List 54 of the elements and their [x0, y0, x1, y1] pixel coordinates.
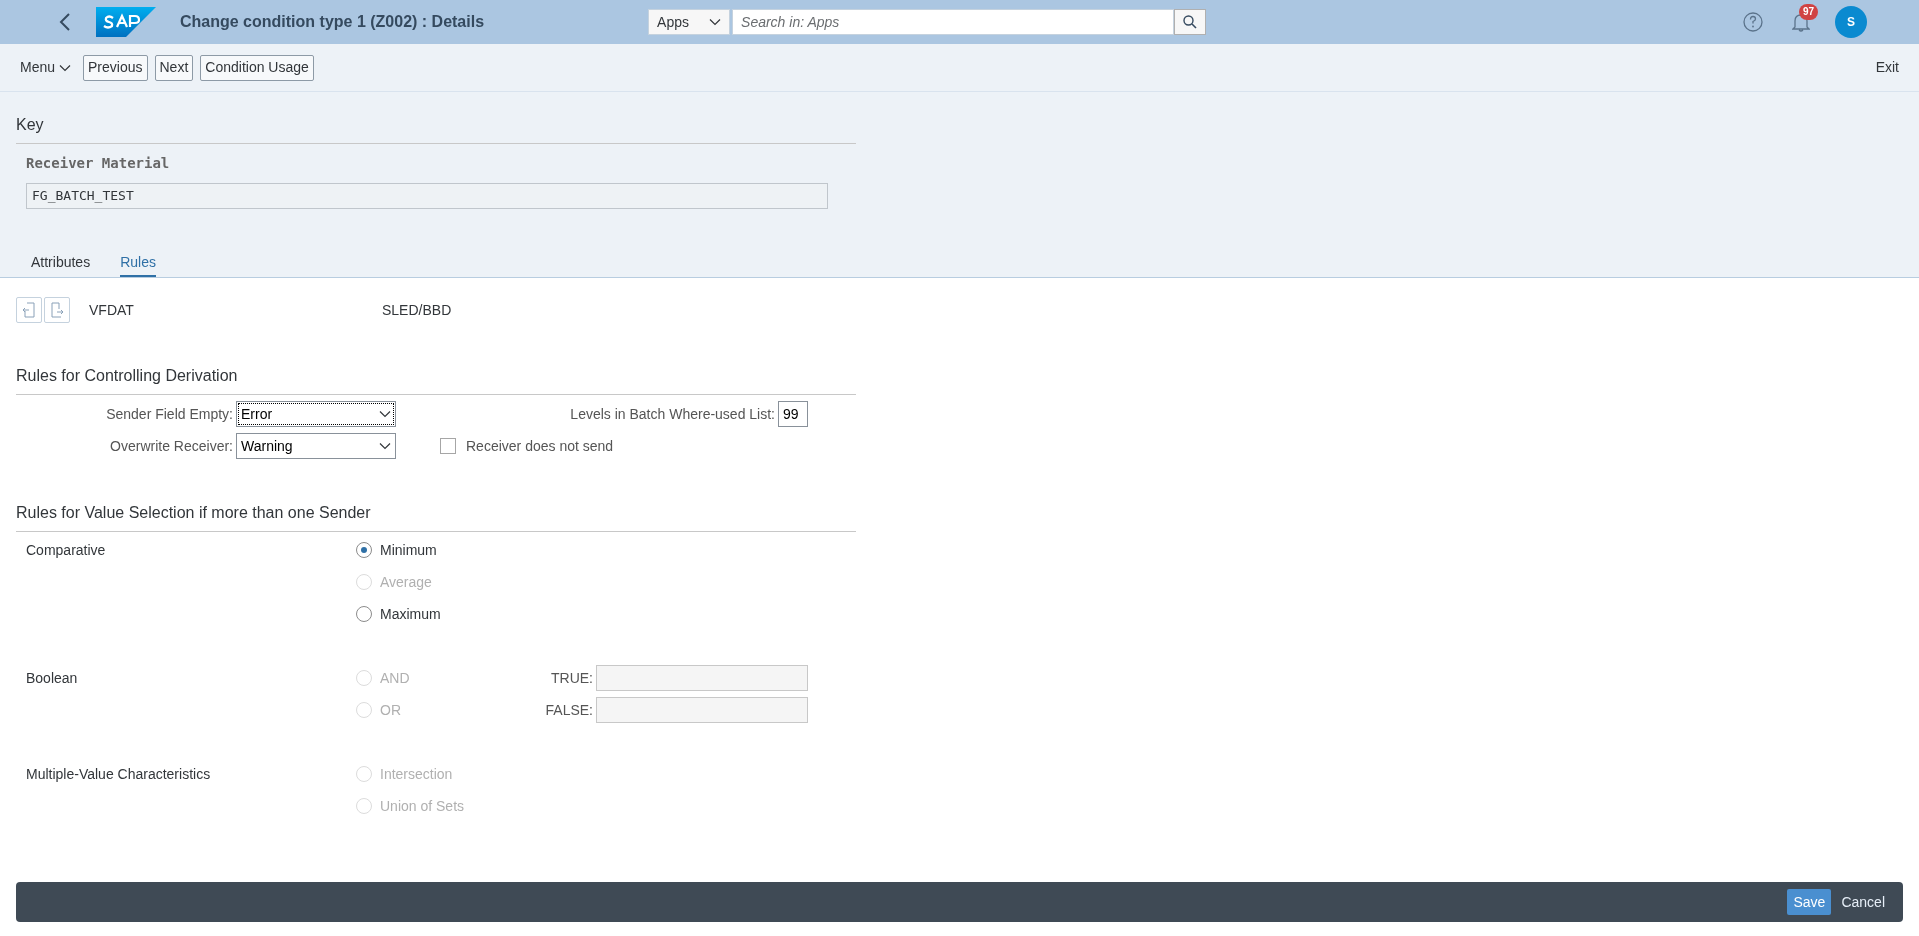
toolbar-button[interactable]: Previous [83, 54, 148, 81]
field-label: FALSE: [544, 700, 594, 720]
section-title: Key [16, 116, 44, 133]
notification-badge: 97 [1799, 4, 1819, 20]
menu-button[interactable]: Menu [20, 57, 72, 78]
radio-label: Average [380, 572, 432, 592]
radio-button[interactable] [356, 542, 372, 558]
field-label: Overwrite Receiver: [109, 436, 234, 456]
caret-icon [379, 410, 391, 418]
toolbar-button[interactable]: Condition Usage [200, 54, 314, 81]
user-avatar[interactable]: S [1835, 6, 1867, 38]
window-title: Change condition type 1 (Z002) : Details [180, 12, 485, 32]
caret-icon [379, 442, 391, 450]
group-label: Comparative [25, 541, 107, 560]
collapse-button[interactable] [16, 297, 42, 323]
field-name: VFDAT [89, 300, 135, 320]
group-label: Boolean [25, 669, 79, 688]
section-title: Rules for Controlling Derivation [16, 367, 238, 384]
search-icon [1183, 15, 1198, 29]
section-title: Rules for Value Selection if more than one Sender [16, 504, 371, 521]
search-scope-dropdown[interactable]: Apps [648, 9, 731, 35]
caret-icon [709, 18, 722, 26]
radio-button[interactable] [356, 606, 372, 622]
radio-label: OR [380, 700, 401, 720]
radio-label: Maximum [380, 604, 441, 624]
footer-button[interactable]: Cancel [1835, 889, 1891, 915]
radio-label: Intersection [380, 764, 453, 784]
page-arrow-icon [50, 302, 64, 318]
checkbox[interactable] [440, 438, 456, 454]
field-label: Levels in Batch Where-used List: [570, 404, 776, 424]
group-label: Multiple-Value Characteristics [25, 765, 212, 784]
select-field[interactable]: Warning [236, 433, 396, 459]
field-label: Sender Field Empty: [105, 404, 234, 424]
page-arrow-icon [22, 302, 36, 318]
exit-button[interactable]: Exit [1875, 57, 1899, 78]
material-field: FG_BATCH_TEST [26, 183, 828, 209]
caret-icon [59, 63, 72, 72]
radio-label: AND [380, 668, 410, 688]
checkbox-label: Receiver does not send [466, 436, 614, 456]
field-label: TRUE: [550, 668, 594, 688]
select-field[interactable]: Error [236, 401, 396, 427]
expand-button[interactable] [44, 297, 70, 323]
tab[interactable]: Attributes [31, 249, 91, 277]
search-button[interactable] [1174, 9, 1207, 35]
field-description: SLED/BBD [382, 300, 452, 320]
logo-icon [96, 7, 156, 37]
help-icon [1743, 12, 1763, 32]
back-icon [59, 13, 71, 31]
toolbar-button[interactable]: Next [154, 54, 194, 81]
radio-label: Union of Sets [380, 796, 465, 816]
search-field[interactable]: Search in: Apps [732, 9, 1175, 35]
field-label: Receiver Material [26, 154, 171, 173]
radio-label: Minimum [380, 540, 437, 560]
levels-field[interactable]: 99 [778, 401, 808, 427]
